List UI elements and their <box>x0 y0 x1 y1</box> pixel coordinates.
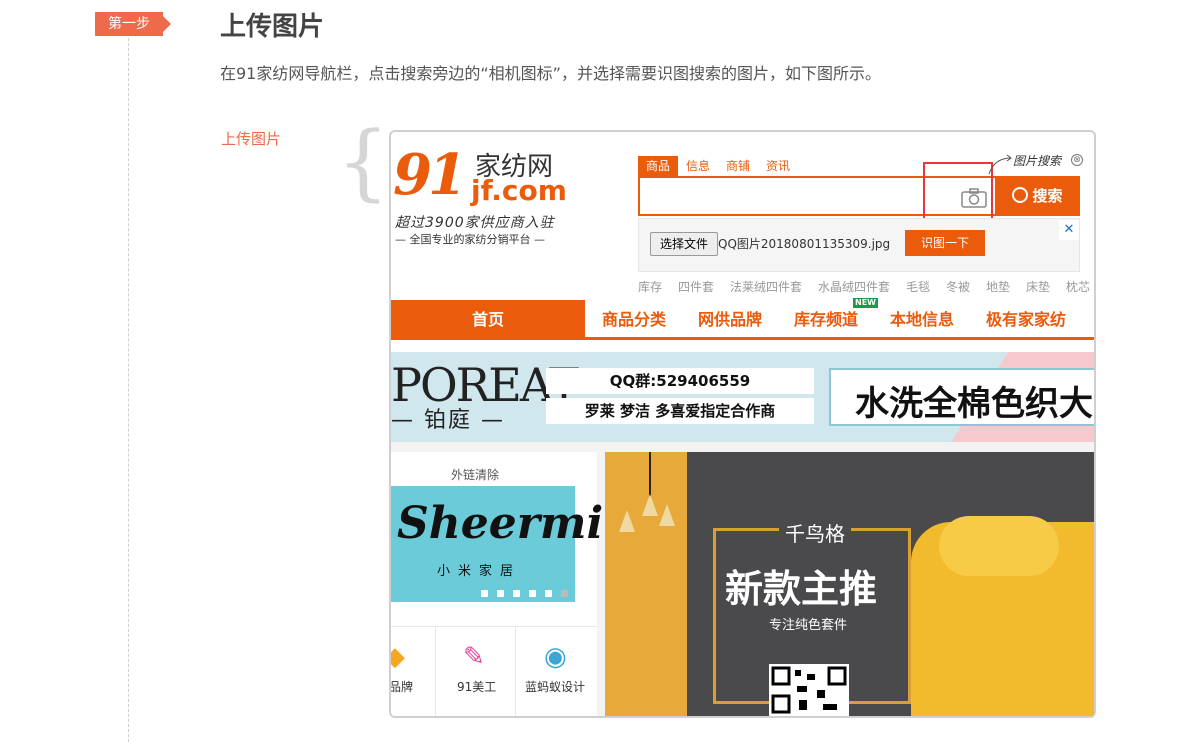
hot-keyword[interactable]: 冬被 <box>946 278 970 295</box>
nav-home[interactable]: 首页 <box>391 300 585 340</box>
logo-number[interactable]: 91 <box>393 142 467 208</box>
banner-slogan: 水洗全棉色织大 <box>855 384 1093 424</box>
carousel-dot[interactable] <box>513 590 520 597</box>
nav-item-categories[interactable]: 商品分类 <box>602 300 666 340</box>
logo-domain[interactable]: jf.com <box>471 174 567 207</box>
divider <box>435 626 436 716</box>
hot-keyword[interactable]: 四件套 <box>678 278 714 295</box>
divider <box>515 626 516 716</box>
sheermi-brand: Sheermi <box>397 498 604 549</box>
hot-keyword[interactable]: 法莱绒四件套 <box>730 278 802 295</box>
brace-decoration: { <box>337 115 390 210</box>
close-panel-icon[interactable]: ✕ <box>1059 220 1079 240</box>
side-panel-title: 外链清除 <box>451 468 500 482</box>
new-badge: NEW <box>853 298 878 308</box>
step-badge-arrow <box>163 16 171 32</box>
close-circle-icon[interactable]: ⊗ <box>1071 154 1083 166</box>
ant-design-icon[interactable]: ◉ <box>544 644 567 670</box>
search-tab-goods[interactable]: 商品 <box>638 156 678 176</box>
divider <box>391 626 597 627</box>
nav-item-brands[interactable]: 网供品牌 <box>698 300 762 340</box>
carousel-dot[interactable] <box>545 590 552 597</box>
nav-item-local[interactable]: 本地信息 <box>890 300 954 340</box>
paint-roller-icon[interactable]: ✎ <box>463 644 485 670</box>
lamp-icon <box>659 504 675 526</box>
tool-label-91meigong[interactable]: 91美工 <box>457 678 496 695</box>
hot-keyword[interactable]: 地垫 <box>986 278 1010 295</box>
promo-headline: 新款主推 <box>725 567 878 611</box>
screenshot-frame: 91 家纺网 jf.com 超过3900家供应商入驻 — 全国专业的家纺分销平台… <box>389 130 1096 718</box>
search-tab-info[interactable]: 信息 <box>680 156 716 176</box>
carousel-dot[interactable] <box>561 590 568 597</box>
hot-keyword[interactable]: 床垫 <box>1026 278 1050 295</box>
choose-file-button[interactable]: 选择文件 <box>650 232 718 256</box>
selected-file-name: QQ图片20180801135309.jpg <box>718 237 891 251</box>
banner-qq: QQ群:529406559 tel:13861950007 <box>546 368 814 416</box>
hot-keyword[interactable]: 枕芯 <box>1066 278 1090 295</box>
nav-item-stock[interactable]: 库存频道 <box>794 300 858 340</box>
camera-highlight-box <box>923 162 993 224</box>
logo-subtitle: — 全国专业的家纺分销平台 — <box>395 233 545 246</box>
image-search-label: 图片搜索 <box>1013 154 1062 168</box>
search-icon <box>1012 187 1029 203</box>
step-badge: 第一步 <box>95 12 163 36</box>
nav-item-jiyoujia[interactable]: 极有家家纺 <box>986 300 1066 340</box>
hot-keyword[interactable]: 库存 <box>638 278 662 295</box>
section-label: 上传图片 <box>221 130 282 148</box>
logo-slogan: 超过3900家供应商入驻 <box>395 215 555 231</box>
tool-label-lanmayi[interactable]: 蓝蚂蚁设计 <box>525 678 585 695</box>
qr-code-icon <box>769 664 849 716</box>
lamp-icon <box>619 510 635 532</box>
lamp-icon <box>642 494 658 516</box>
banner-brand-cn: — 铂庭 — <box>391 408 506 433</box>
carousel-dot[interactable] <box>481 590 488 597</box>
promo-subline: 专注纯色套件 <box>769 618 848 633</box>
hot-keyword[interactable]: 水晶绒四件套 <box>818 278 890 295</box>
timeline-line <box>128 38 129 742</box>
diamond-icon[interactable]: ◆ <box>391 644 405 670</box>
hot-keyword[interactable]: 毛毯 <box>906 278 930 295</box>
search-tab-news[interactable]: 资讯 <box>760 156 796 176</box>
step-title: 上传图片 <box>220 12 325 42</box>
search-button[interactable]: 搜索 <box>995 176 1080 216</box>
banner-partners: 罗莱 梦洁 多喜爱指定合作商 <box>546 398 814 424</box>
tool-label-brand[interactable]: 品牌 <box>391 678 413 695</box>
pillow-image <box>939 516 1059 576</box>
pointer-arrow-icon <box>988 154 1012 175</box>
carousel-dot[interactable] <box>529 590 536 597</box>
promo-label-top: 千鸟格 <box>779 518 851 547</box>
search-tab-shops[interactable]: 商铺 <box>720 156 756 176</box>
search-button-label: 搜索 <box>1032 187 1063 205</box>
recognize-image-button[interactable]: 识图一下 <box>905 230 985 256</box>
step-description: 在91家纺网导航栏，点击搜索旁边的“相机图标”，并选择需要识图搜索的图片，如下图… <box>220 64 881 83</box>
sheermi-brand-cn: 小米家居 <box>437 564 522 579</box>
banner-brand-cn-text: 铂庭 <box>424 408 473 433</box>
carousel-dot[interactable] <box>497 590 504 597</box>
